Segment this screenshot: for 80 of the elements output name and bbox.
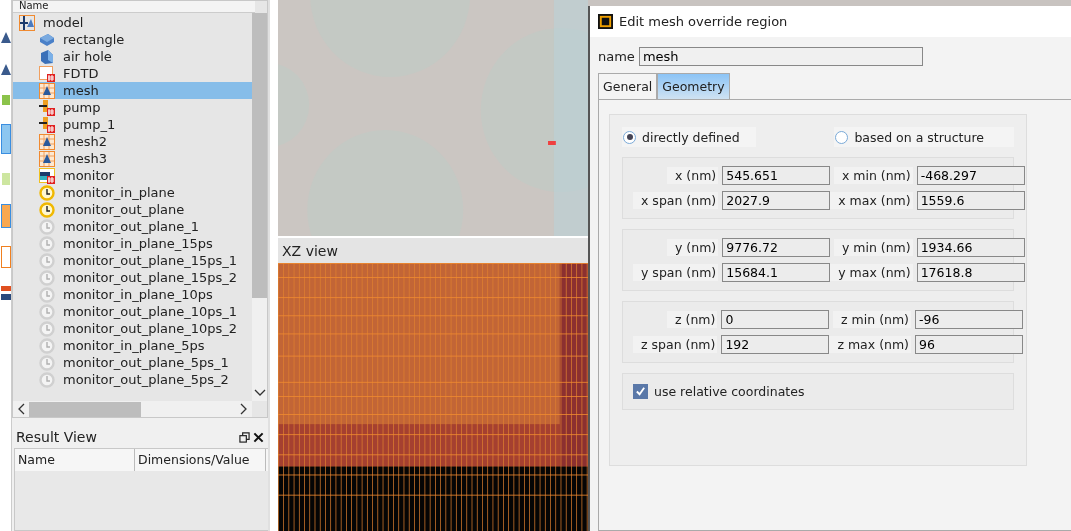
input-field[interactable]: -96 (915, 310, 1023, 329)
column-header: Name (13, 1, 255, 13)
tree-item[interactable]: mesh (13, 82, 252, 99)
tree-item[interactable]: monitor_in_plane_15ps (13, 235, 252, 252)
source-icon (39, 99, 55, 116)
field-label: y span (nm) (633, 264, 719, 281)
scroll-right-icon[interactable] (240, 403, 248, 415)
tree-item[interactable]: air hole (13, 48, 252, 65)
input-field[interactable]: 1559.6 (916, 191, 1025, 210)
tree-item[interactable]: pump_1 (13, 116, 252, 133)
field-label: y max (nm) (830, 264, 913, 281)
field-label: z min (nm) (833, 311, 911, 328)
input-field[interactable]: 1934.66 (916, 238, 1025, 257)
tree-item[interactable]: monitor_out_plane_1 (13, 218, 252, 235)
input-field[interactable]: -468.297 (916, 166, 1025, 185)
horizontal-scrollbar[interactable] (13, 401, 252, 417)
input-field[interactable]: 9776.72 (722, 238, 831, 257)
tree-item[interactable]: monitor_out_plane_15ps_1 (13, 252, 252, 269)
field-label: z (nm) (667, 311, 718, 328)
tree-item[interactable]: monitor_out_plane_5ps_2 (13, 371, 252, 388)
source-icon (39, 116, 55, 133)
field-label: x (nm) (667, 167, 719, 184)
input-field[interactable]: 545.651 (722, 166, 831, 185)
tree-item[interactable]: pump (13, 99, 252, 116)
scroll-down-icon[interactable] (253, 389, 266, 397)
monitor-icon (39, 167, 55, 184)
tab[interactable]: Geometry (657, 73, 730, 99)
field-label: y (nm) (667, 239, 719, 256)
block-icon (39, 31, 55, 48)
field-label: y min (nm) (833, 239, 913, 256)
input-field[interactable]: 0 (721, 310, 830, 329)
tree-item[interactable]: monitor_in_plane (13, 184, 252, 201)
column-header[interactable]: Dimensions/Value (135, 449, 266, 471)
tree-item[interactable]: mesh3 (13, 150, 252, 167)
prism-icon (39, 48, 55, 65)
radio-option[interactable]: based on a structure (834, 127, 1014, 147)
tree-item[interactable]: monitor_in_plane_10ps (13, 286, 252, 303)
app-icon (598, 14, 613, 29)
input-field[interactable]: 192 (721, 335, 830, 354)
tab[interactable]: General (598, 73, 658, 99)
column-header[interactable]: Name (15, 449, 135, 471)
input-field[interactable]: 15684.1 (722, 263, 831, 282)
tree-item[interactable]: monitor_out_plane_10ps_2 (13, 320, 252, 337)
mesh-icon (39, 82, 55, 99)
close-icon[interactable] (253, 431, 264, 443)
tree-item[interactable]: monitor_out_plane (13, 201, 252, 218)
toolbar-icon[interactable] (1, 286, 11, 300)
field-label: name (598, 49, 635, 64)
tree-item[interactable]: mesh2 (13, 133, 252, 150)
tree-item[interactable]: monitor_out_plane_15ps_2 (13, 269, 252, 286)
tree-item[interactable]: rectangle (13, 31, 252, 48)
dialog-title: Edit mesh override region (619, 14, 788, 29)
input-field[interactable]: 96 (915, 335, 1023, 354)
checkbox[interactable] (633, 384, 648, 399)
tree-item[interactable]: model (13, 14, 252, 31)
radio-icon[interactable] (623, 130, 636, 144)
field-label: z span (nm) (633, 336, 718, 353)
mesh-icon (39, 133, 55, 150)
radio-option[interactable]: directly defined (622, 127, 756, 147)
model-icon (19, 14, 35, 31)
radio-icon[interactable] (835, 130, 849, 144)
mesh-icon (39, 150, 55, 167)
tree-item[interactable]: monitor_out_plane_5ps_1 (13, 354, 252, 371)
scroll-left-icon[interactable] (17, 403, 25, 415)
region-icon (39, 65, 55, 82)
field-label: z max (nm) (829, 336, 911, 353)
input-field[interactable]: 2027.9 (722, 191, 831, 210)
tree-item[interactable]: FDTD (13, 65, 252, 82)
panel-title: Result View (16, 429, 97, 445)
tree-item[interactable]: monitor_in_plane_5ps (13, 337, 252, 354)
input-field[interactable]: 17618.8 (916, 263, 1025, 282)
field-label: x min (nm) (833, 167, 913, 184)
tree-item[interactable]: monitor_out_plane_10ps_1 (13, 303, 252, 320)
float-icon[interactable] (239, 431, 250, 443)
tree-item[interactable]: monitor (13, 167, 252, 184)
view-title: XZ view (278, 238, 588, 263)
field-label: x max (nm) (830, 192, 913, 209)
vertical-scrollbar[interactable] (252, 13, 267, 401)
field-label: x span (nm) (633, 192, 719, 209)
name-field[interactable]: mesh (638, 47, 923, 66)
